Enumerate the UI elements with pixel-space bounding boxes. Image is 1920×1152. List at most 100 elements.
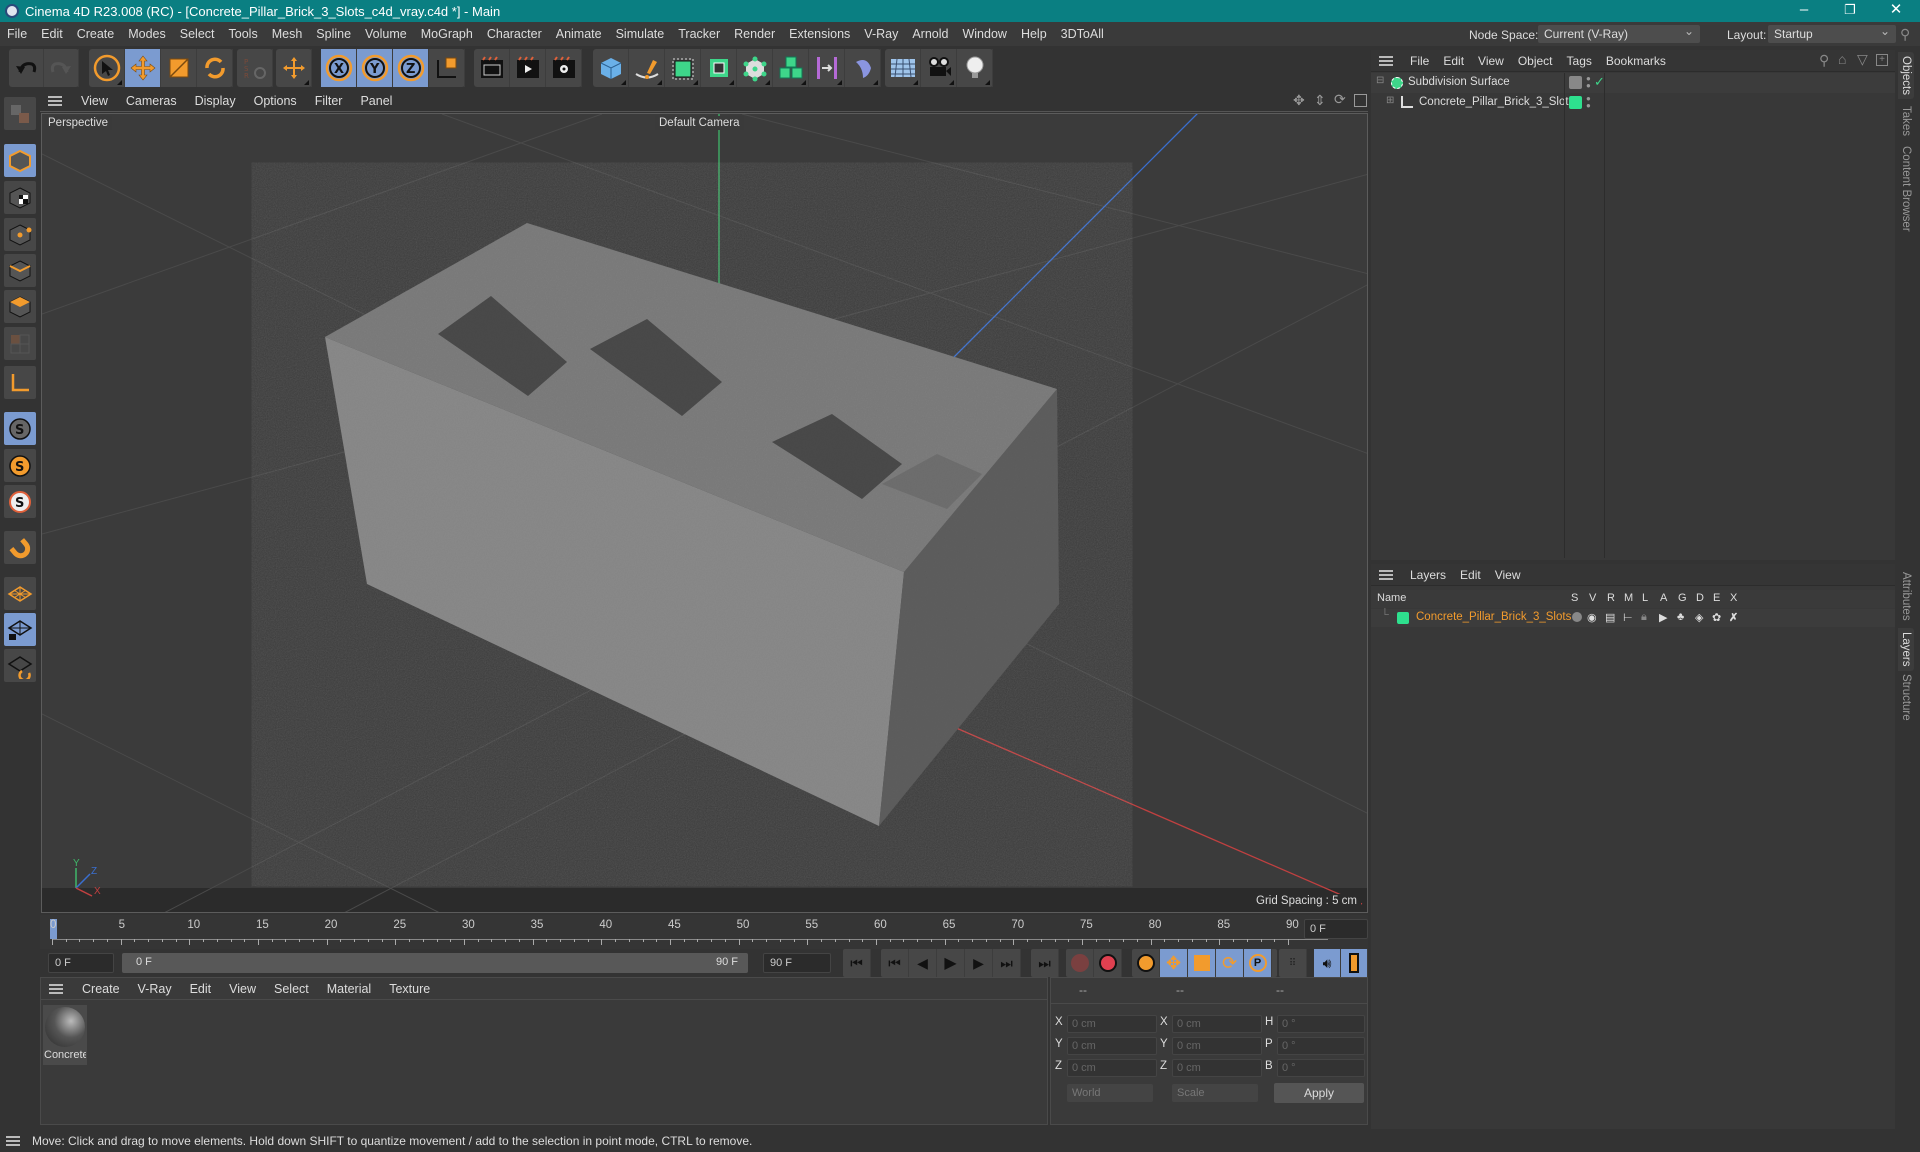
menu-mesh[interactable]: Mesh <box>265 27 310 41</box>
restore-button[interactable]: ❐ <box>1827 0 1873 22</box>
end-frame-field[interactable]: 90 F <box>763 953 831 973</box>
menu-tracker[interactable]: Tracker <box>671 27 727 41</box>
key-scale-button[interactable] <box>1188 949 1216 977</box>
move-tool-button[interactable] <box>125 49 161 87</box>
floor-button[interactable] <box>885 49 921 87</box>
material-menu-select[interactable]: Select <box>265 982 318 996</box>
viewport-menu-view[interactable]: View <box>72 94 117 108</box>
rotate-tool-button[interactable] <box>197 49 233 87</box>
object-menu-edit[interactable]: Edit <box>1436 54 1471 68</box>
menu-select[interactable]: Select <box>173 27 222 41</box>
menu-arnold[interactable]: Arnold <box>905 27 955 41</box>
menu-extensions[interactable]: Extensions <box>782 27 857 41</box>
coordinate-space-dropdown[interactable]: World <box>1067 1084 1153 1102</box>
previous-key-button[interactable]: ⏮ <box>881 949 909 977</box>
frame-range-slider[interactable]: 0 F 90 F <box>122 953 748 973</box>
keyframe-selection-button[interactable] <box>1132 949 1160 977</box>
orbit-icon[interactable]: ⟳ <box>1334 91 1346 108</box>
y-axis-button[interactable]: Y <box>357 49 393 87</box>
layer-row[interactable]: └ Concrete_Pillar_Brick_3_Slots ◉ ▤ ⊢ 🔒︎… <box>1371 609 1895 627</box>
pos-z-field[interactable]: 0 cm <box>1067 1059 1157 1077</box>
timeline-ruler[interactable]: 0 5 10 15 20 25 30 35 40 45 50 55 60 65 70 75 80 85 90 <box>40 915 1368 949</box>
new-view-icon[interactable]: + <box>1876 54 1888 66</box>
camera-label[interactable]: Default Camera <box>655 116 744 130</box>
material-menu-icon[interactable] <box>49 983 63 994</box>
size-z-field[interactable]: 0 cm <box>1172 1059 1262 1077</box>
workplane-button[interactable] <box>4 577 36 610</box>
tab-content-browser[interactable]: Content Browser <box>1898 142 1914 236</box>
layer-color-swatch[interactable] <box>1397 612 1409 624</box>
pen-button[interactable] <box>629 49 665 87</box>
lock-icon[interactable]: 🔒︎ <box>1641 611 1647 624</box>
maximize-icon[interactable] <box>1354 94 1367 107</box>
filter-icon[interactable]: ▽ <box>1857 51 1868 68</box>
animation-play-icon[interactable]: ▶ <box>1659 611 1667 624</box>
coordinate-system-button[interactable] <box>429 49 465 87</box>
visibility-dots-icon[interactable]: ● ● <box>1586 75 1591 90</box>
tab-attributes[interactable]: Attributes <box>1898 568 1914 625</box>
subdivision-button[interactable] <box>665 49 701 87</box>
next-frame-button[interactable]: ▶ <box>965 949 993 977</box>
z-axis-button[interactable]: Z <box>393 49 429 87</box>
object-row[interactable]: ⊞ Concrete_Pillar_Brick_3_Slots ● ● <box>1371 93 1895 113</box>
start-frame-field[interactable]: 0 F <box>48 953 114 973</box>
render-view-button[interactable] <box>474 49 510 87</box>
coordinate-mode-dropdown[interactable]: Scale <box>1172 1084 1258 1102</box>
deformers-icon[interactable]: ◈ <box>1695 611 1703 624</box>
material-menu-edit[interactable]: Edit <box>181 982 221 996</box>
workplane-snap-button[interactable]: S <box>4 485 36 518</box>
go-to-start-button[interactable]: ⏮ <box>843 949 871 977</box>
edge-mode-button[interactable] <box>4 254 36 287</box>
magnet-button[interactable] <box>4 531 36 564</box>
material-menu-material[interactable]: Material <box>318 982 380 996</box>
x-axis-button[interactable]: X <box>321 49 357 87</box>
rot-p-field[interactable]: 0 ° <box>1277 1037 1365 1055</box>
move-axis-button[interactable] <box>276 49 312 87</box>
layer-menu-layers[interactable]: Layers <box>1403 568 1453 582</box>
layer-menu-icon[interactable] <box>1379 569 1393 580</box>
tab-takes[interactable]: Takes <box>1898 102 1914 140</box>
menu-animate[interactable]: Animate <box>549 27 609 41</box>
object-menu-object[interactable]: Object <box>1511 54 1560 68</box>
viewport-menu-options[interactable]: Options <box>245 94 306 108</box>
record-motion-button[interactable] <box>1066 949 1094 977</box>
make-editable-button[interactable] <box>4 97 36 130</box>
rot-b-field[interactable]: 0 ° <box>1277 1059 1365 1077</box>
psr-button[interactable]: PSR <box>237 49 273 87</box>
texture-mode-button[interactable] <box>4 181 36 214</box>
pan-icon[interactable]: ✥ <box>1293 92 1305 109</box>
viewport-menu-cameras[interactable]: Cameras <box>117 94 186 108</box>
layer-color-icon[interactable] <box>1569 96 1582 109</box>
autokey-button[interactable] <box>1094 949 1122 977</box>
menu-render[interactable]: Render <box>727 27 782 41</box>
current-frame-field[interactable]: 0 F <box>1304 919 1368 939</box>
menu-character[interactable]: Character <box>480 27 549 41</box>
locked-workplane-button[interactable] <box>4 613 36 646</box>
tab-structure[interactable]: Structure <box>1898 670 1914 725</box>
menu-mograph[interactable]: MoGraph <box>414 27 480 41</box>
next-key-button[interactable]: ⏭ <box>993 949 1021 977</box>
expand-icon[interactable]: ⊞ <box>1386 95 1394 106</box>
manager-hierarchy-icon[interactable]: ⊢ <box>1623 611 1633 624</box>
play-button[interactable]: ▶ <box>937 949 965 977</box>
tab-objects[interactable]: Objects <box>1898 52 1914 99</box>
snap-settings-button[interactable]: S <box>4 449 36 482</box>
model-mode-button[interactable] <box>4 144 36 177</box>
material-menu-texture[interactable]: Texture <box>380 982 439 996</box>
xref-icon[interactable]: ✗ <box>1729 611 1738 624</box>
material-menu-view[interactable]: View <box>220 982 265 996</box>
menu-help[interactable]: Help <box>1014 27 1054 41</box>
edit-toggle-icon[interactable] <box>1569 76 1582 89</box>
polygon-mode-button[interactable] <box>4 290 36 323</box>
close-button[interactable]: ✕ <box>1873 0 1919 22</box>
object-row[interactable]: ⊟ Subdivision Surface ● ● ✓ <box>1371 73 1895 93</box>
material-menu-vray[interactable]: V-Ray <box>129 982 181 996</box>
key-position-button[interactable]: ✥ <box>1160 949 1188 977</box>
redo-button[interactable] <box>44 49 79 87</box>
layer-name[interactable]: Concrete_Pillar_Brick_3_Slots <box>1416 611 1571 623</box>
cloner-button[interactable] <box>773 49 809 87</box>
key-pla-button[interactable]: ⠿ <box>1279 949 1307 977</box>
menu-simulate[interactable]: Simulate <box>609 27 672 41</box>
snap-button[interactable]: S <box>4 412 36 445</box>
search-icon[interactable]: ⚲ <box>1900 26 1910 43</box>
